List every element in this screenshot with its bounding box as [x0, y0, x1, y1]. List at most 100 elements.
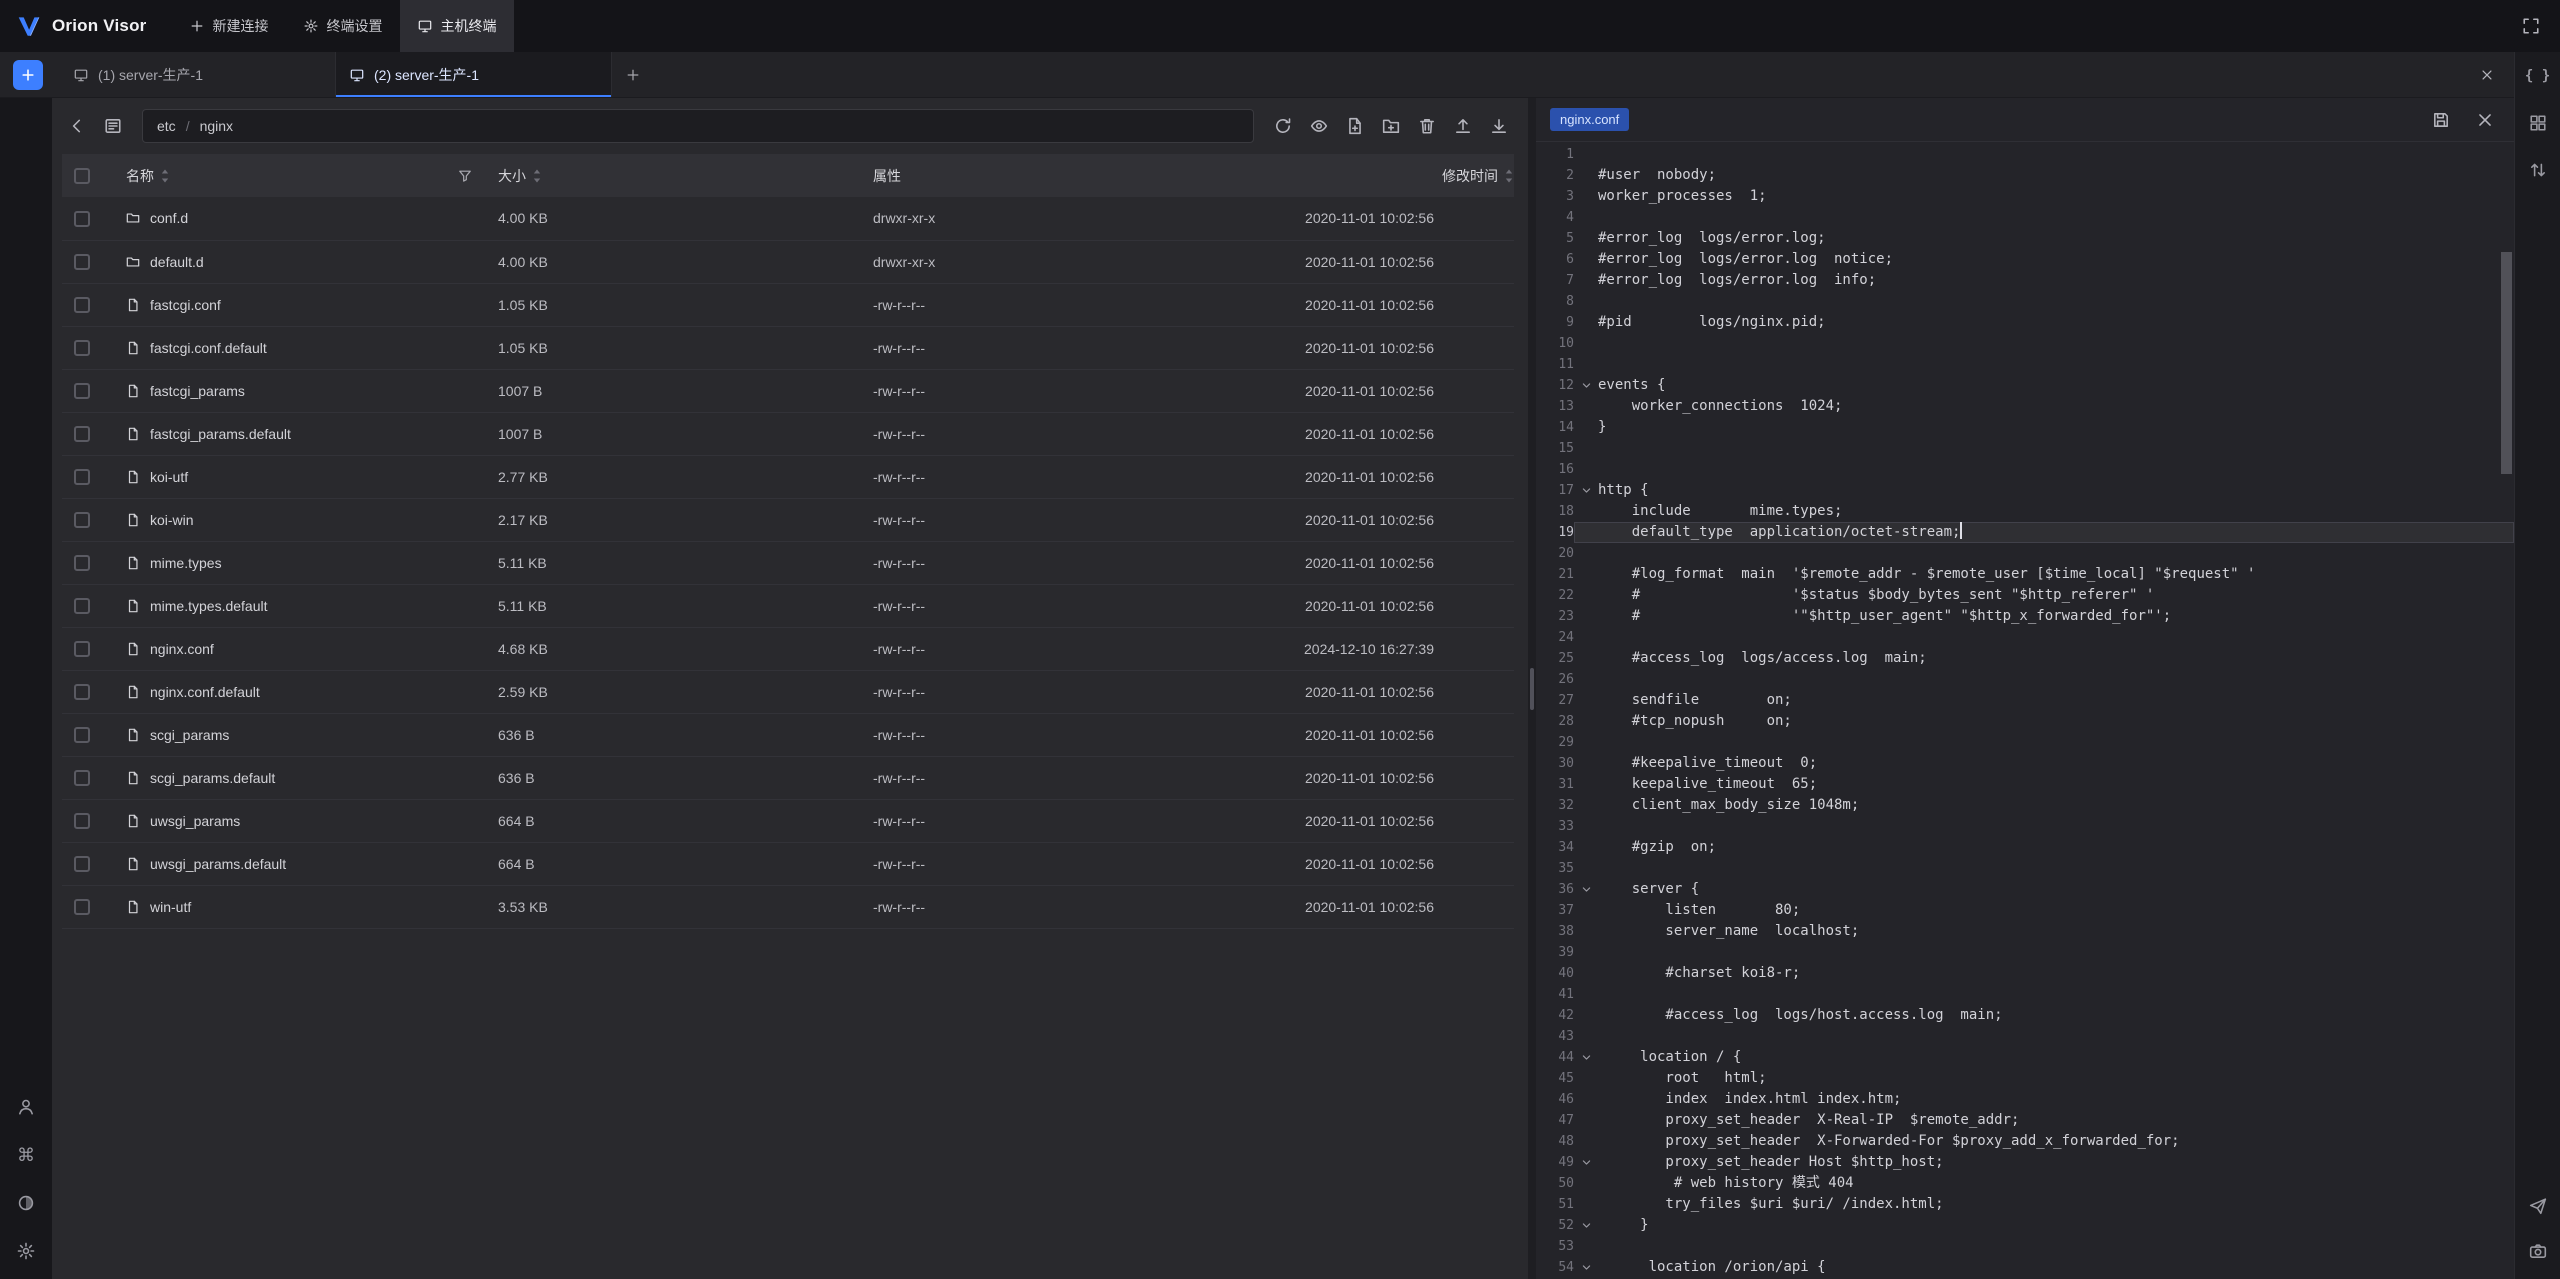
editor-scrollbar[interactable] — [2501, 252, 2512, 474]
breadcrumb-segment-etc[interactable]: etc — [157, 118, 176, 134]
download-button[interactable] — [1484, 111, 1514, 141]
shortcut-keys-button[interactable]: ⌘ — [10, 1139, 42, 1171]
file-row[interactable]: default.d 4.00 KB drwxr-xr-x 2020-11-01 … — [62, 240, 1514, 283]
file-row[interactable]: koi-utf 2.77 KB -rw-r--r-- 2020-11-01 10… — [62, 455, 1514, 498]
editor-line[interactable]: 46 index index.html index.htm; — [1536, 1089, 2514, 1110]
file-row[interactable]: uwsgi_params.default 664 B -rw-r--r-- 20… — [62, 842, 1514, 885]
file-row[interactable]: fastcgi.conf 1.05 KB -rw-r--r-- 2020-11-… — [62, 283, 1514, 326]
editor-line[interactable]: 6 #error_log logs/error.log notice; — [1536, 249, 2514, 270]
editor-line[interactable]: 29 — [1536, 732, 2514, 753]
tab-server-1[interactable]: (1) server-生产-1 — [60, 52, 336, 97]
file-row[interactable]: mime.types.default 5.11 KB -rw-r--r-- 20… — [62, 584, 1514, 627]
editor-line[interactable]: 24 — [1536, 627, 2514, 648]
editor-line[interactable]: 48 proxy_set_header X-Forwarded-For $pro… — [1536, 1131, 2514, 1152]
editor-line[interactable]: 45 root html; — [1536, 1068, 2514, 1089]
select-all-checkbox[interactable] — [74, 168, 90, 184]
editor-line[interactable]: 25 #access_log logs/access.log main; — [1536, 648, 2514, 669]
upload-button[interactable] — [1448, 111, 1478, 141]
tab-server-2[interactable]: (2) server-生产-1 — [336, 52, 612, 97]
editor-line[interactable]: 43 — [1536, 1026, 2514, 1047]
panel-resize-handle[interactable] — [1528, 98, 1536, 1279]
editor-line[interactable]: 38 server_name localhost; — [1536, 921, 2514, 942]
save-button[interactable] — [2426, 105, 2456, 135]
fold-chevron-icon[interactable] — [1574, 1047, 1598, 1068]
editor-line[interactable]: 16 — [1536, 459, 2514, 480]
editor-line[interactable]: 10 — [1536, 333, 2514, 354]
row-checkbox[interactable] — [74, 340, 90, 356]
editor-line[interactable]: 5 #error_log logs/error.log; — [1536, 228, 2514, 249]
fold-chevron-icon[interactable] — [1574, 375, 1598, 396]
resize-grip[interactable] — [1530, 668, 1534, 710]
file-row[interactable]: nginx.conf 4.68 KB -rw-r--r-- 2024-12-10… — [62, 627, 1514, 670]
fold-chevron-icon[interactable] — [1574, 1215, 1598, 1236]
row-checkbox[interactable] — [74, 254, 90, 270]
editor-line[interactable]: 22 # '$status $body_bytes_sent "$http_re… — [1536, 585, 2514, 606]
sort-carets-icon[interactable] — [1504, 168, 1514, 184]
editor-line[interactable]: 31 keepalive_timeout 65; — [1536, 774, 2514, 795]
editor-file-badge[interactable]: nginx.conf — [1550, 108, 1629, 131]
column-header-name[interactable]: 名称 — [110, 154, 482, 197]
send-command-button[interactable] — [2522, 1190, 2554, 1222]
editor-line[interactable]: 18 include mime.types; — [1536, 501, 2514, 522]
row-checkbox[interactable] — [74, 684, 90, 700]
editor-line[interactable]: 44 location / { — [1536, 1047, 2514, 1068]
editor-line[interactable]: 13 worker_connections 1024; — [1536, 396, 2514, 417]
editor-line[interactable]: 20 — [1536, 543, 2514, 564]
menu-terminal-settings[interactable]: 终端设置 — [286, 0, 400, 52]
new-folder-button[interactable] — [1376, 111, 1406, 141]
editor-line[interactable]: 37 listen 80; — [1536, 900, 2514, 921]
row-checkbox[interactable] — [74, 813, 90, 829]
file-row[interactable]: fastcgi_params.default 1007 B -rw-r--r--… — [62, 412, 1514, 455]
row-checkbox[interactable] — [74, 555, 90, 571]
screenshot-button[interactable] — [2522, 1235, 2554, 1267]
file-row[interactable]: nginx.conf.default 2.59 KB -rw-r--r-- 20… — [62, 670, 1514, 713]
file-row[interactable]: uwsgi_params 664 B -rw-r--r-- 2020-11-01… — [62, 799, 1514, 842]
file-list-button[interactable] — [98, 111, 128, 141]
row-checkbox[interactable] — [74, 641, 90, 657]
editor-line[interactable]: 23 # '"$http_user_agent" "$http_x_forwar… — [1536, 606, 2514, 627]
row-checkbox[interactable] — [74, 512, 90, 528]
fold-chevron-icon[interactable] — [1574, 879, 1598, 900]
row-checkbox[interactable] — [74, 297, 90, 313]
new-file-button[interactable] — [1340, 111, 1370, 141]
code-editor[interactable]: 1 2 #user nobody; 3 worker_processes 1; … — [1536, 142, 2514, 1279]
fold-chevron-icon[interactable] — [1574, 480, 1598, 501]
menu-new-connection[interactable]: 新建连接 — [172, 0, 286, 52]
sort-carets-icon[interactable] — [160, 168, 170, 184]
fullscreen-button[interactable] — [2516, 11, 2546, 41]
row-checkbox[interactable] — [74, 899, 90, 915]
add-tab-button[interactable] — [618, 60, 648, 90]
editor-line[interactable]: 49 proxy_set_header Host $http_host; — [1536, 1152, 2514, 1173]
fold-chevron-icon[interactable] — [1574, 1152, 1598, 1173]
filter-icon[interactable] — [458, 169, 472, 183]
file-row[interactable]: mime.types 5.11 KB -rw-r--r-- 2020-11-01… — [62, 541, 1514, 584]
editor-line[interactable]: 30 #keepalive_timeout 0; — [1536, 753, 2514, 774]
editor-line[interactable]: 1 — [1536, 144, 2514, 165]
row-checkbox[interactable] — [74, 856, 90, 872]
new-connection-button[interactable] — [13, 60, 43, 90]
editor-line[interactable]: 36 server { — [1536, 879, 2514, 900]
file-row[interactable]: scgi_params 636 B -rw-r--r-- 2020-11-01 … — [62, 713, 1514, 756]
editor-line[interactable]: 9 #pid logs/nginx.pid; — [1536, 312, 2514, 333]
column-header-mtime[interactable]: 修改时间 — [1254, 154, 1514, 197]
editor-line[interactable]: 8 — [1536, 291, 2514, 312]
file-row[interactable]: fastcgi_params 1007 B -rw-r--r-- 2020-11… — [62, 369, 1514, 412]
editor-line[interactable]: 26 — [1536, 669, 2514, 690]
editor-line[interactable]: 33 — [1536, 816, 2514, 837]
panels-button[interactable] — [2522, 107, 2554, 139]
editor-line[interactable]: 54 location /orion/api { — [1536, 1257, 2514, 1278]
display-theme-button[interactable] — [10, 1187, 42, 1219]
row-checkbox[interactable] — [74, 383, 90, 399]
editor-line[interactable]: 52 } — [1536, 1215, 2514, 1236]
row-checkbox[interactable] — [74, 727, 90, 743]
breadcrumb-segment-nginx[interactable]: nginx — [200, 118, 233, 134]
editor-line[interactable]: 17 http { — [1536, 480, 2514, 501]
editor-line[interactable]: 7 #error_log logs/error.log info; — [1536, 270, 2514, 291]
editor-line[interactable]: 41 — [1536, 984, 2514, 1005]
delete-button[interactable] — [1412, 111, 1442, 141]
editor-line[interactable]: 14 } — [1536, 417, 2514, 438]
editor-toggle-button[interactable]: { } — [2522, 60, 2554, 92]
file-row[interactable]: koi-win 2.17 KB -rw-r--r-- 2020-11-01 10… — [62, 498, 1514, 541]
editor-line[interactable]: 21 #log_format main '$remote_addr - $rem… — [1536, 564, 2514, 585]
editor-line[interactable]: 50 # web history 模式 404 — [1536, 1173, 2514, 1194]
